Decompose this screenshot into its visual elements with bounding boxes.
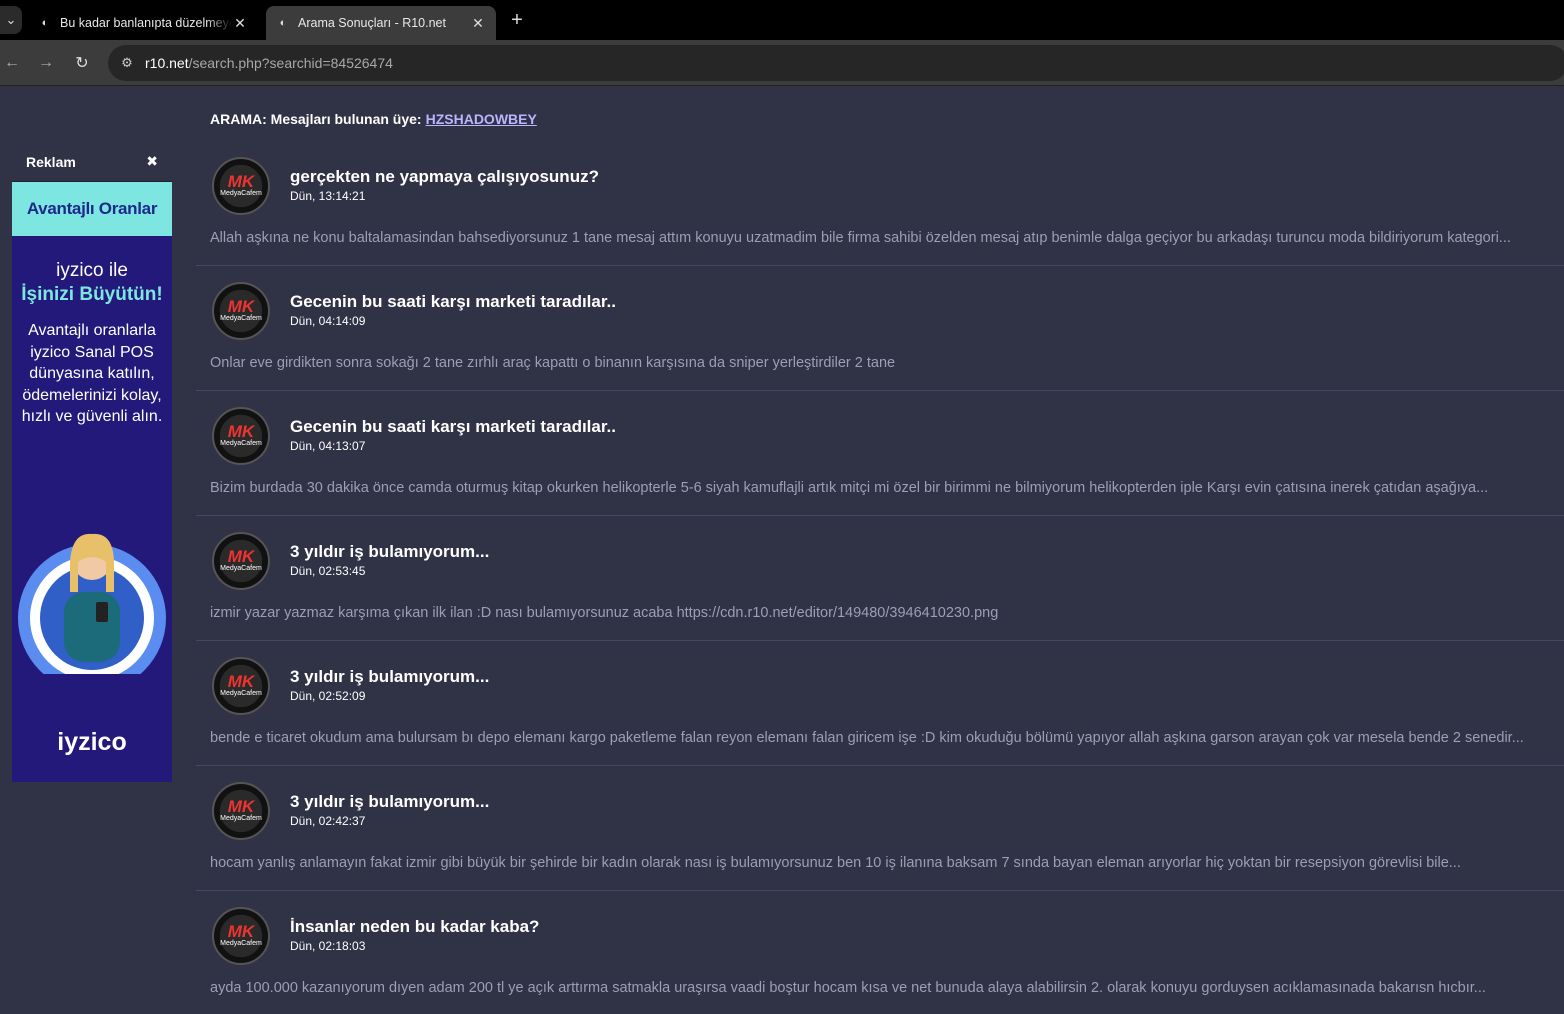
search-text: Mesajları bulunan üye: [270,110,422,127]
ad-headline-highlight: İşinizi Büyütün! [21,284,163,305]
post-title-link[interactable]: 3 yıldır iş bulamıyorum... [290,542,489,562]
post-date: Dün, 13:14:21 [290,189,366,203]
advertisement[interactable]: Reklam ✖ Avantajlı Oranlar iyzico ile İş… [12,142,172,782]
post-date: Dün, 04:13:07 [290,439,366,453]
post-date: Dün, 02:42:37 [290,814,366,828]
avatar[interactable]: MK MedyaCafem [212,532,270,590]
avatar[interactable]: MK MedyaCafem [212,282,270,340]
arrow-left-icon: ← [4,54,20,71]
post-title-link[interactable]: İnsanlar neden bu kadar kaba? [290,917,539,937]
address-bar[interactable]: ⚙ r10.net/search.php?searchid=84526474 [108,45,1564,81]
forward-button[interactable]: → [34,51,58,75]
post-result: MK MedyaCafem İnsanlar neden bu kadar kab… [196,891,1564,1014]
site-settings-icon[interactable]: ⚙ [118,54,136,72]
post-title-link[interactable]: Gecenin bu saati karşı marketi taradılar… [290,417,616,437]
close-icon[interactable]: ✖ [146,153,158,170]
ad-banner[interactable]: Avantajlı Oranlar [12,182,172,236]
reload-icon: ↻ [75,55,89,72]
url-host: r10.net [145,55,189,71]
avatar[interactable]: MK MedyaCafem [212,407,270,465]
tab-title: Arama Sonuçları - R10.net [298,16,446,30]
arrow-right-icon: → [38,54,54,71]
avatar[interactable]: MK MedyaCafem [212,157,270,215]
post-title-link[interactable]: gerçekten ne yapmaya çalışıyosunuz? [290,167,599,187]
post-excerpt: Onlar eve girdikten sonra sokağı 2 tane … [210,355,896,371]
username-link[interactable]: HZSHADOWBEY [426,111,537,127]
post-date: Dün, 02:53:45 [290,564,366,578]
favicon-icon: ◐ [279,17,287,29]
new-tab-button[interactable]: + [506,8,528,32]
close-icon[interactable]: ✕ [232,15,248,32]
post-excerpt: hocam yanlış anlamayın fakat izmir gibi … [210,855,1461,871]
favicon-icon: ◐ [41,17,49,29]
close-icon[interactable]: ✕ [470,15,486,32]
ad-headline: iyzico ile [56,260,128,281]
ad-label: Reklam [26,153,76,170]
post-title-link[interactable]: Gecenin bu saati karşı marketi taradılar… [290,292,616,312]
post-excerpt: ayda 100.000 kazanıyorum dıyen adam 200 … [210,980,1486,996]
post-date: Dün, 02:52:09 [290,689,366,703]
post-excerpt: Allah aşkına ne konu baltalamasindan bah… [210,230,1511,246]
post-title-link[interactable]: 3 yıldır iş bulamıyorum... [290,792,489,812]
post-result: MK MedyaCafem Gecenin bu saati karşı mark… [196,391,1564,516]
ad-body: Avantajlı oranlarla iyzico Sanal POS dün… [21,322,163,425]
tab-title: Bu kadar banlanıpta düzelmeyen [60,16,232,30]
search-header: ARAMA: Mesajları bulunan üye: HZSHADOWBE… [196,96,1564,141]
ad-woman-illustration [18,533,166,674]
chevron-down-icon: ⌄ [5,12,17,27]
post-excerpt: bende e ticaret okudum ama bulursam bı d… [210,730,1524,746]
avatar[interactable]: MK MedyaCafem [212,907,270,965]
ad-header: Reklam ✖ [12,142,172,182]
post-result: MK MedyaCafem 3 yıldır iş bulamıyorum... … [196,641,1564,766]
search-results: ARAMA: Mesajları bulunan üye: HZSHADOWBE… [196,96,1564,1014]
post-result: MK MedyaCafem gerçekten ne yapmaya çalışı… [196,141,1564,266]
post-title-link[interactable]: 3 yıldır iş bulamıyorum... [290,667,489,687]
post-result: MK MedyaCafem 3 yıldır iş bulamıyorum... … [196,516,1564,641]
back-button[interactable]: ← [0,51,24,75]
avatar[interactable]: MK MedyaCafem [212,782,270,840]
avatar[interactable]: MK MedyaCafem [212,657,270,715]
plus-icon: + [511,8,523,31]
reload-button[interactable]: ↻ [70,51,94,75]
url-path: /search.php?searchid=84526474 [188,55,393,71]
tab-2[interactable]: ◐ Arama Sonuçları - R10.net ✕ [266,6,496,40]
post-result: MK MedyaCafem Gecenin bu saati karşı mark… [196,266,1564,391]
post-excerpt: Bizim burdada 30 dakika önce camda oturm… [210,480,1489,496]
post-excerpt: izmir yazar yazmaz karşıma çıkan ilk ila… [210,605,999,621]
post-date: Dün, 02:18:03 [290,939,366,953]
post-date: Dün, 04:14:09 [290,314,366,328]
browser-toolbar: ← → ↻ ⚙ r10.net/search.php?searchid=8452… [0,40,1564,86]
post-result: MK MedyaCafem 3 yıldır iş bulamıyorum... … [196,766,1564,891]
tab-1[interactable]: ◐ Bu kadar banlanıpta düzelmeyen ✕ [28,6,258,40]
tab-strip: ⌄ ◐ Bu kadar banlanıpta düzelmeyen ✕ ◐ A… [0,0,1564,40]
ad-brand-logo[interactable]: iyzico [12,728,172,757]
search-prefix: ARAMA: [210,110,267,127]
tab-search-button[interactable]: ⌄ [0,6,22,34]
